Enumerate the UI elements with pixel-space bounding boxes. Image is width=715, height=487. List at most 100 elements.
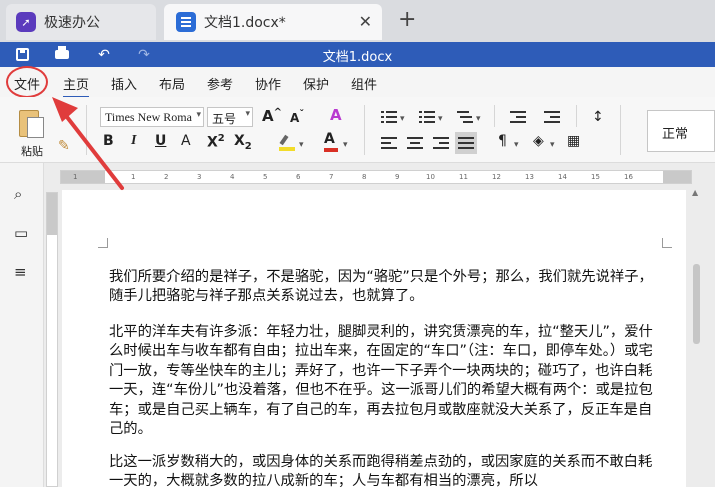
font-color-icon[interactable]: A — [324, 131, 338, 152]
chevron-down-icon[interactable]: ▾ — [550, 140, 555, 150]
document-title: 文档1.docx — [322, 50, 393, 65]
bullet-list-icon[interactable] — [381, 111, 397, 123]
title-bar: ↶ ↷ 文档1.docx — [0, 42, 715, 67]
ruler-tick: 10 — [426, 173, 435, 181]
bold-icon[interactable]: B — [103, 133, 114, 149]
tab-bar: ➚ 极速办公 文档1.docx* ✕ + — [0, 0, 715, 42]
document-paragraph[interactable]: 我们所要介绍的是祥子，不是骆驼，因为“骆驼”只是个外号；那么，我们就先说祥子，随… — [109, 268, 665, 307]
increase-indent-icon[interactable] — [544, 111, 560, 123]
style-preset-normal[interactable]: 正常 — [647, 110, 715, 152]
increase-font-icon[interactable]: A^ — [262, 107, 282, 125]
subscript-icon[interactable]: X2 — [234, 133, 252, 152]
align-right-icon[interactable] — [433, 137, 449, 149]
superscript-icon[interactable]: X2 — [207, 133, 225, 151]
menu-collaborate[interactable]: 协作 — [255, 74, 281, 93]
borders-icon[interactable]: ▦ — [567, 133, 580, 149]
menu-plugins[interactable]: 组件 — [351, 74, 377, 93]
ruler-tick: 4 — [230, 173, 235, 181]
font-name-value: Times New Roma — [105, 110, 192, 124]
tab-app-home[interactable]: ➚ 极速办公 — [6, 4, 156, 40]
ruler-margin-left — [61, 171, 105, 183]
vertical-scrollbar[interactable]: ▲ — [690, 188, 704, 487]
ruler-tick: 13 — [525, 173, 534, 181]
format-painter-icon[interactable]: ✎ — [58, 138, 70, 154]
margin-corner — [98, 238, 108, 248]
file-menu-highlight — [6, 66, 48, 98]
pilcrow-icon[interactable]: ¶ — [498, 133, 507, 149]
ruler-margin-right — [663, 171, 691, 183]
scroll-thumb[interactable] — [693, 264, 700, 344]
ruler-tick: 5 — [263, 173, 268, 181]
font-size-value: 五号 — [212, 112, 237, 126]
ribbon-toolbar: 粘贴 ✎ Times New Roma ▾ 五号 ▾ A^ Aˇ A B I U… — [0, 97, 715, 163]
menu-references[interactable]: 参考 — [207, 74, 233, 93]
tab-document[interactable]: 文档1.docx* ✕ — [164, 4, 382, 40]
paste-label[interactable]: 粘贴 — [21, 143, 43, 159]
decrease-indent-icon[interactable] — [510, 111, 526, 123]
left-sidebar: ⌕ ▭ ≡ — [0, 163, 44, 487]
document-icon — [176, 12, 196, 32]
menu-insert[interactable]: 插入 — [111, 74, 137, 93]
chevron-down-icon[interactable]: ▾ — [514, 140, 519, 150]
margin-corner — [662, 238, 672, 248]
font-size-select[interactable]: 五号 ▾ — [207, 107, 253, 127]
menu-protect[interactable]: 保护 — [303, 74, 329, 93]
menu-layout[interactable]: 布局 — [159, 74, 185, 93]
chevron-down-icon[interactable]: ▾ — [438, 114, 443, 124]
divider — [494, 105, 495, 127]
font-name-select[interactable]: Times New Roma ▾ — [100, 107, 204, 127]
ruler-tick: 14 — [558, 173, 567, 181]
paint-bucket-icon[interactable]: ◈ — [533, 133, 544, 149]
ruler-tick: 1 — [131, 173, 136, 181]
chevron-down-icon[interactable]: ▾ — [400, 114, 405, 124]
align-left-icon[interactable] — [381, 137, 397, 149]
ruler-tick: 1 — [73, 173, 78, 181]
ruler-tick: 6 — [296, 173, 301, 181]
ruler-tick: 15 — [591, 173, 600, 181]
horizontal-ruler[interactable]: 1 1 2 3 4 5 6 7 8 9 10 11 12 13 14 15 16 — [60, 170, 692, 184]
underline-icon[interactable]: U — [155, 133, 166, 149]
italic-icon[interactable]: I — [131, 133, 136, 149]
menu-bar: 文件 主页 插入 布局 参考 协作 保护 组件 — [0, 67, 715, 98]
ruler-tick: 8 — [362, 173, 367, 181]
ruler-tick: 9 — [395, 173, 400, 181]
chevron-down-icon[interactable]: ▾ — [343, 140, 348, 150]
scroll-up-icon[interactable]: ▲ — [692, 188, 698, 197]
multilevel-list-icon[interactable] — [457, 111, 473, 123]
numbered-list-icon[interactable] — [419, 111, 435, 123]
chevron-down-icon[interactable]: ▾ — [476, 114, 481, 124]
justify-icon[interactable] — [458, 137, 474, 149]
ruler-tick: 16 — [624, 173, 633, 181]
tab-document-label: 文档1.docx* — [204, 15, 286, 31]
navigation-icon[interactable]: ≡ — [14, 263, 27, 281]
document-paragraph[interactable]: 北平的洋车夫有许多派：年轻力壮，腿脚灵利的，讲究赁漂亮的车，拉“整天儿”，爱什么… — [109, 323, 665, 439]
search-icon[interactable]: ⌕ — [14, 185, 22, 203]
tab-app-home-label: 极速办公 — [44, 15, 100, 31]
ruler-tick: 2 — [164, 173, 169, 181]
new-tab-button[interactable]: + — [398, 8, 416, 32]
highlight-icon[interactable] — [279, 134, 295, 151]
chevron-down-icon: ▾ — [245, 109, 250, 119]
ruler-tick: 11 — [459, 173, 468, 181]
paste-icon[interactable] — [19, 107, 45, 139]
document-page[interactable]: 我们所要介绍的是祥子，不是骆驼，因为“骆驼”只是个外号；那么，我们就先说祥子，随… — [62, 190, 686, 487]
decrease-font-icon[interactable]: Aˇ — [290, 109, 304, 125]
style-preset-label: 正常 — [662, 127, 689, 142]
align-center-icon[interactable] — [407, 137, 423, 149]
divider — [364, 105, 365, 155]
rocket-icon: ➚ — [16, 12, 36, 32]
ruler-tick: 12 — [492, 173, 501, 181]
close-tab-icon[interactable]: ✕ — [359, 12, 372, 31]
ruler-margin-top — [47, 193, 57, 235]
chevron-down-icon[interactable]: ▾ — [299, 140, 304, 150]
document-paragraph[interactable]: 比这一派岁数稍大的，或因身体的关系而跑得稍差点劲的，或因家庭的关系而不敢白耗一天… — [109, 453, 665, 487]
line-spacing-icon[interactable]: ↕ — [592, 109, 604, 125]
vertical-ruler[interactable] — [46, 192, 58, 487]
menu-home[interactable]: 主页 — [63, 74, 90, 98]
divider — [620, 105, 621, 155]
strikethrough-icon[interactable]: A — [181, 133, 191, 149]
ruler-tick: 3 — [197, 173, 202, 181]
clear-format-icon[interactable]: A — [330, 106, 342, 124]
chevron-down-icon: ▾ — [196, 109, 201, 119]
comment-icon[interactable]: ▭ — [14, 224, 28, 242]
